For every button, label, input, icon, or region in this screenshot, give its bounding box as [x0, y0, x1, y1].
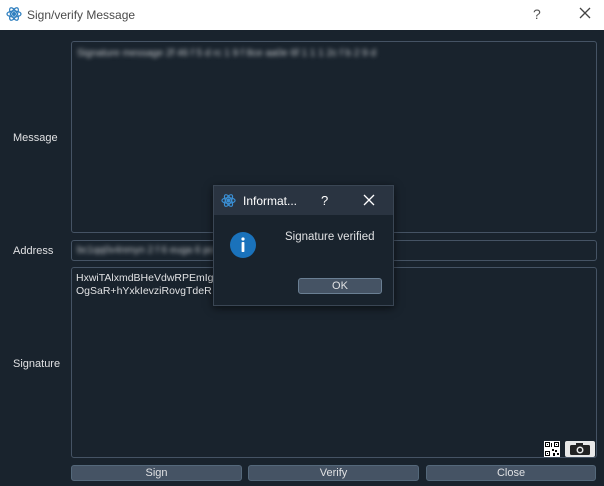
signature-text: HxwiTAlxmdBHeVdwRPEmIgG OgSaR+hYxkIevziR… [76, 272, 222, 298]
signature-label: Signature [13, 358, 61, 370]
help-button[interactable]: ? [533, 6, 541, 22]
electrum-icon [221, 194, 236, 207]
ok-button[interactable]: OK [298, 278, 382, 294]
address-text: bc1qq0v4nmyn 2 f 6 euga 6 pcs [77, 245, 219, 256]
message-label: Message [13, 132, 58, 144]
info-icon [230, 232, 256, 258]
signature-line-1: HxwiTAlxmdBHeVdwRPEmIgG [76, 272, 222, 284]
address-label: Address [13, 245, 54, 257]
dialog-titlebar: Informat... ? [214, 186, 393, 215]
dialog-close-icon[interactable] [363, 194, 375, 206]
signature-line-2: OgSaR+hYxkIevziRovgTdeR [76, 285, 212, 297]
camera-icon[interactable] [565, 441, 595, 457]
qrcode-icon[interactable] [544, 441, 560, 457]
close-icon[interactable] [576, 4, 594, 22]
dialog-help-button[interactable]: ? [321, 193, 328, 208]
window-titlebar: Sign/verify Message ? [0, 0, 604, 30]
information-dialog: Informat... ? Signature verified OK [213, 185, 394, 306]
sign-button[interactable]: Sign [71, 465, 242, 481]
dialog-message: Signature verified [285, 231, 375, 243]
close-button[interactable]: Close [426, 465, 596, 481]
window-title: Sign/verify Message [27, 8, 136, 22]
dialog-title: Informat... [243, 194, 298, 208]
verify-button[interactable]: Verify [248, 465, 419, 481]
message-text: Signature message 2f 46 f 5 d rc 1 9 f 8… [77, 48, 377, 59]
electrum-icon [6, 7, 22, 21]
